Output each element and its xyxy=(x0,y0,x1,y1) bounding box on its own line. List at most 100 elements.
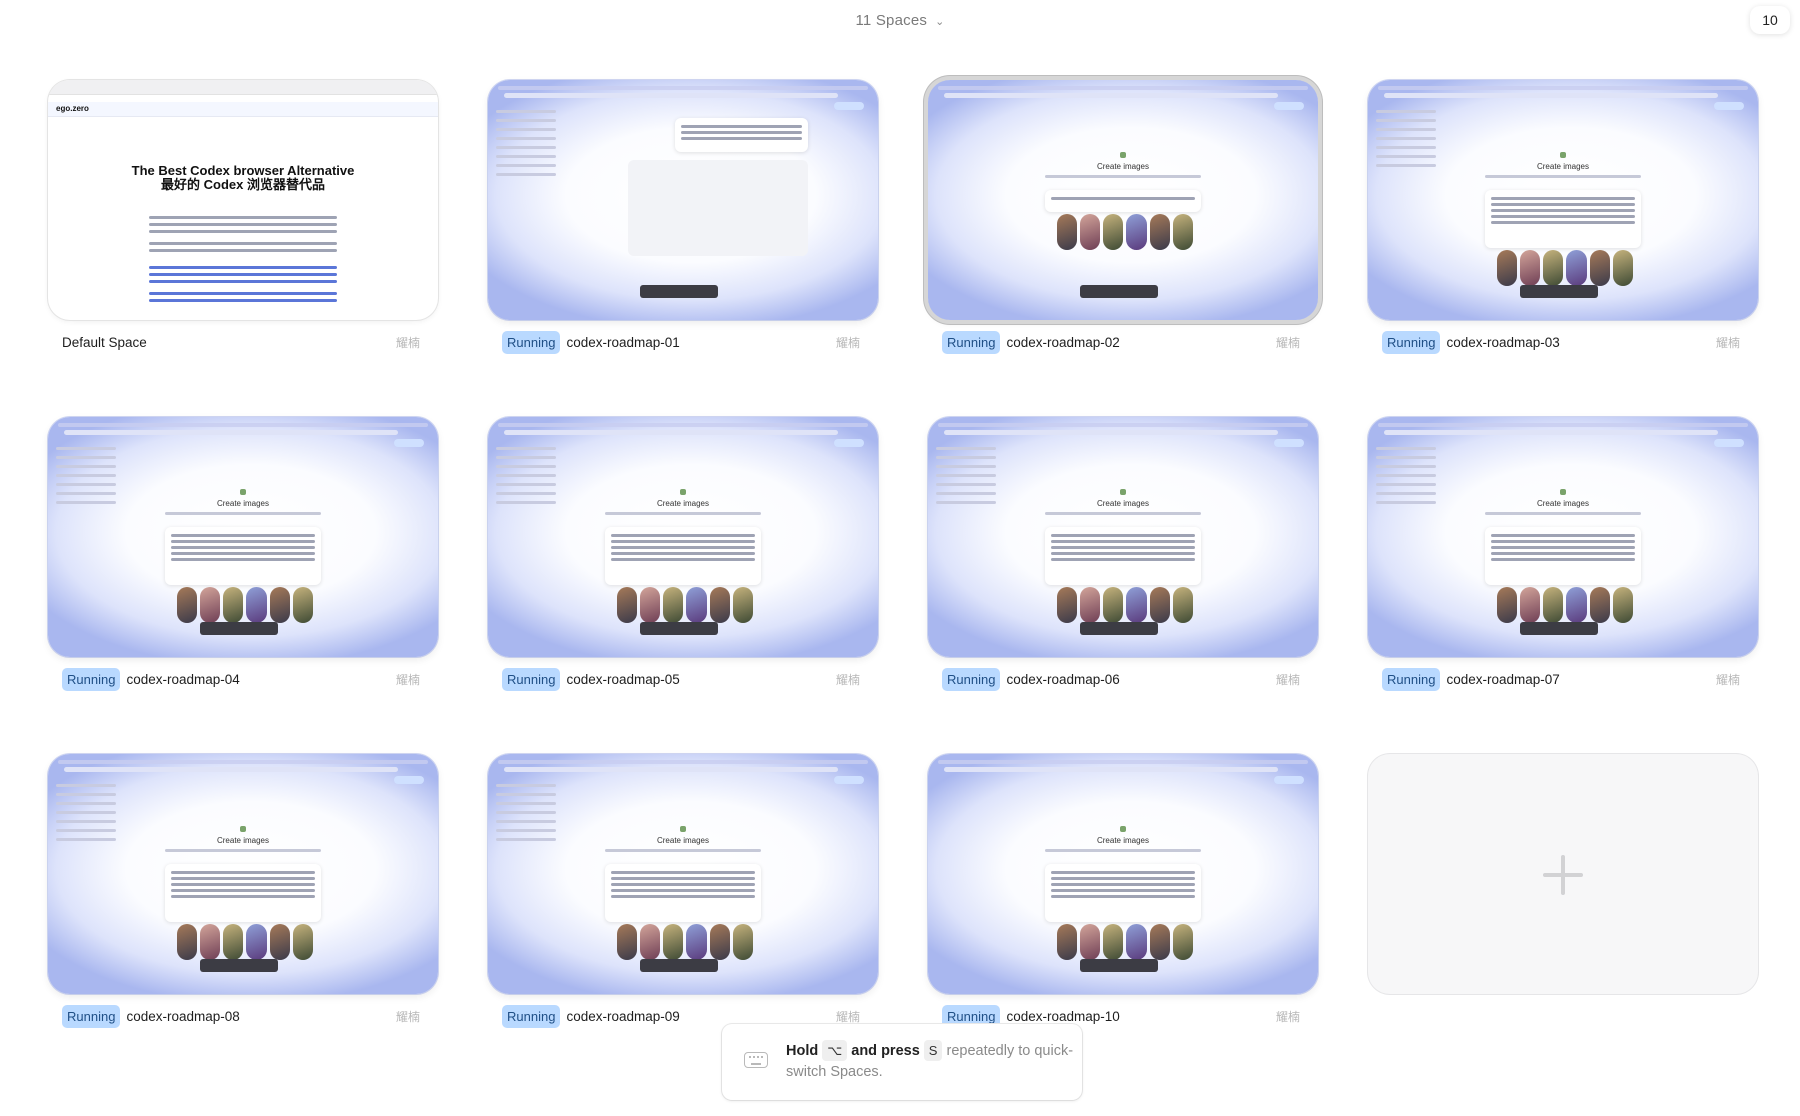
leaf-icon xyxy=(240,826,246,832)
space-name: codex-roadmap-03 xyxy=(1446,334,1560,350)
text-line xyxy=(149,216,337,219)
space-card[interactable]: Create images Running codex-roadmap-04 耀… xyxy=(48,415,438,752)
status-badge: Running xyxy=(502,667,561,691)
preview-subtitle xyxy=(1045,175,1201,178)
space-thumbnail[interactable]: Create images xyxy=(928,80,1318,320)
site-logo: ego.zero xyxy=(56,104,89,113)
preview-heading: Create images xyxy=(1096,162,1150,171)
space-card[interactable]: Running codex-roadmap-01 耀楠 xyxy=(488,78,878,415)
space-label-row: Running codex-roadmap-03 耀楠 xyxy=(1382,329,1740,355)
image-gallery xyxy=(1056,924,1194,960)
status-badge: Running xyxy=(942,667,1001,691)
leaf-icon xyxy=(1560,489,1566,495)
site-heading-zh: 最好的 Codex 浏览器替代品 xyxy=(161,177,325,192)
preview-heading: Create images xyxy=(656,499,710,508)
browser-tab-bar xyxy=(48,80,438,95)
prompt-box xyxy=(605,527,761,585)
plus-icon-vertical xyxy=(1561,855,1565,895)
link-line xyxy=(149,280,337,283)
add-space-card[interactable] xyxy=(1368,752,1758,1089)
address-bar xyxy=(944,767,1278,772)
space-thumbnail[interactable]: Create images xyxy=(48,754,438,994)
upgrade-pill xyxy=(834,439,864,447)
space-card[interactable]: Create images Running codex-roadmap-08 耀… xyxy=(48,752,438,1089)
space-card[interactable]: Create images Running codex-roadmap-05 耀… xyxy=(488,415,878,752)
site-nav xyxy=(48,102,438,117)
space-thumbnail[interactable]: ego.zero The Best Codex browser Alternat… xyxy=(48,80,438,320)
status-badge: Running xyxy=(502,1004,561,1028)
space-name: codex-roadmap-06 xyxy=(1006,671,1120,687)
address-bar xyxy=(1384,93,1718,98)
preview-subtitle xyxy=(165,512,321,515)
text-line xyxy=(149,230,337,233)
space-thumbnail[interactable]: Create images xyxy=(48,417,438,657)
app-sidebar xyxy=(496,104,556,224)
prompt-box xyxy=(165,864,321,922)
link-line xyxy=(149,299,337,302)
space-thumbnail[interactable]: Create images xyxy=(1368,417,1758,657)
address-bar xyxy=(64,767,398,772)
agent-toast xyxy=(1520,622,1599,635)
image-placeholder xyxy=(628,160,808,256)
space-owner: 耀楠 xyxy=(1275,335,1300,350)
preview-heading: Create images xyxy=(216,499,270,508)
preview-heading: Create images xyxy=(1536,162,1590,171)
space-name: codex-roadmap-07 xyxy=(1446,671,1560,687)
space-thumbnail[interactable]: Create images xyxy=(928,754,1318,994)
space-card-default[interactable]: ego.zero The Best Codex browser Alternat… xyxy=(48,78,438,415)
spaces-header[interactable]: 11 Spaces ⌄ xyxy=(0,12,1800,29)
agent-toast xyxy=(1080,622,1159,635)
add-space-button[interactable] xyxy=(1368,754,1758,994)
agent-toast xyxy=(1520,285,1599,298)
space-name: codex-roadmap-08 xyxy=(126,1008,240,1024)
agent-toast xyxy=(1080,285,1159,298)
text-line xyxy=(149,242,337,245)
space-label-row: Running codex-roadmap-01 耀楠 xyxy=(502,329,860,355)
prompt-box xyxy=(1485,527,1641,585)
space-owner: 耀楠 xyxy=(835,335,860,350)
browser-tab-bar xyxy=(498,86,868,90)
agent-toast xyxy=(200,622,279,635)
site-heading: The Best Codex browser Alternative 最好的 C… xyxy=(48,164,438,192)
browser-tab-bar xyxy=(58,423,428,427)
space-thumbnail[interactable]: Create images xyxy=(1368,80,1758,320)
space-owner: 耀楠 xyxy=(395,335,420,350)
space-thumbnail[interactable] xyxy=(488,80,878,320)
space-name: codex-roadmap-02 xyxy=(1006,334,1120,350)
space-name: codex-roadmap-01 xyxy=(566,334,680,350)
space-label-row: Running codex-roadmap-07 耀楠 xyxy=(1382,666,1740,692)
space-owner: 耀楠 xyxy=(395,1009,420,1024)
space-card-selected[interactable]: Create images Running codex-roadmap-02 耀… xyxy=(928,78,1318,415)
space-label-row: Running codex-roadmap-06 耀楠 xyxy=(942,666,1300,692)
agent-toast xyxy=(640,959,719,972)
upgrade-pill xyxy=(1274,776,1304,784)
space-owner: 耀楠 xyxy=(1715,335,1740,350)
space-name: codex-roadmap-05 xyxy=(566,671,680,687)
hint-text: Hold ⌥ and press S repeatedly to quick-s… xyxy=(786,1040,1076,1083)
chat-bubble xyxy=(675,118,808,152)
space-owner: 耀楠 xyxy=(1275,672,1300,687)
space-label-row: Running codex-roadmap-04 耀楠 xyxy=(62,666,420,692)
image-gallery xyxy=(616,587,754,623)
preview-heading: Create images xyxy=(1096,499,1150,508)
space-thumbnail[interactable]: Create images xyxy=(928,417,1318,657)
leaf-icon xyxy=(1120,826,1126,832)
image-gallery xyxy=(176,587,314,623)
space-card[interactable]: Create images Running codex-roadmap-06 耀… xyxy=(928,415,1318,752)
space-owner: 耀楠 xyxy=(395,672,420,687)
hint-hold: Hold xyxy=(786,1043,819,1059)
prompt-box xyxy=(605,864,761,922)
space-card[interactable]: Create images Running codex-roadmap-03 耀… xyxy=(1368,78,1758,415)
space-label-row: Default Space 耀楠 xyxy=(62,329,420,355)
option-key: ⌥ xyxy=(822,1040,848,1061)
space-card[interactable]: Create images Running codex-roadmap-07 耀… xyxy=(1368,415,1758,752)
text-line xyxy=(149,249,337,252)
site-heading-en: The Best Codex browser Alternative xyxy=(131,163,355,178)
space-thumbnail[interactable]: Create images xyxy=(488,417,878,657)
upgrade-pill xyxy=(834,102,864,110)
preview-subtitle xyxy=(1045,849,1201,852)
chevron-down-icon: ⌄ xyxy=(935,16,945,28)
status-badge: Running xyxy=(1382,330,1441,354)
address-bar xyxy=(944,430,1278,435)
space-thumbnail[interactable]: Create images xyxy=(488,754,878,994)
